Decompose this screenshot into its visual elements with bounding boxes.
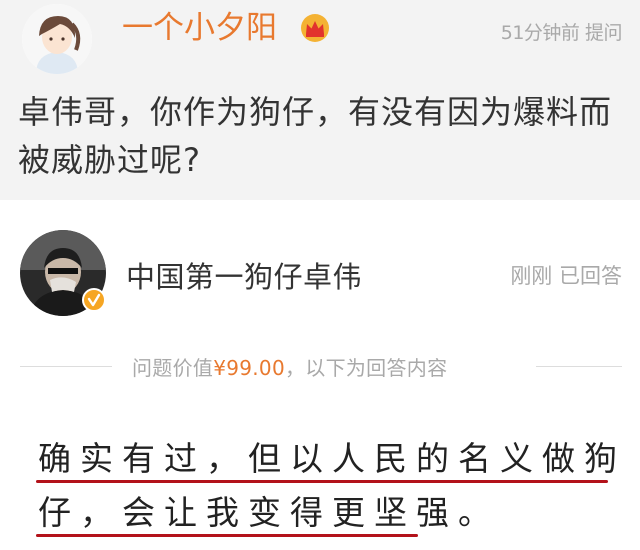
answerer-name[interactable]: 中国第一狗仔卓伟 [126, 254, 362, 296]
question-action: 提问 [584, 22, 623, 44]
price-value: ¥99.00 [213, 356, 285, 380]
question-meta: 51分钟前 提问 [500, 18, 623, 45]
answer-time: 刚刚 [510, 264, 553, 288]
asker-name[interactable]: 一个小夕阳 [122, 10, 277, 46]
asker-avatar[interactable] [22, 4, 92, 74]
answer-underline-2 [36, 534, 418, 537]
crown-icon [301, 14, 329, 42]
answer-card: 中国第一狗仔卓伟 刚刚 已回答 问题价值¥99.00，以下为回答内容 确实有过，… [0, 200, 640, 550]
answer-status: 已回答 [559, 264, 622, 288]
price-suffix: ，以下为回答内容 [284, 356, 448, 380]
question-text: 卓伟哥，你作为狗仔，有没有因为爆料而被威胁过呢? [18, 93, 613, 179]
question-card: 一个小夕阳 51分钟前 提问 卓伟哥，你作为狗仔，有没有因为爆料而被威胁过呢? [0, 0, 640, 200]
answer-underline-1 [36, 480, 608, 483]
answer-text: 确实有过，但以人民的名义做狗仔，会让我变得更坚强。 [38, 439, 626, 532]
verified-badge-icon [82, 288, 106, 312]
answer-meta: 刚刚 已回答 [510, 260, 622, 290]
divider-right [536, 366, 622, 367]
divider-left [20, 366, 112, 367]
price-prefix: 问题价值 [132, 356, 214, 380]
price-note: 问题价值¥99.00，以下为回答内容 [132, 352, 447, 381]
question-time: 51分钟前 [500, 22, 580, 44]
